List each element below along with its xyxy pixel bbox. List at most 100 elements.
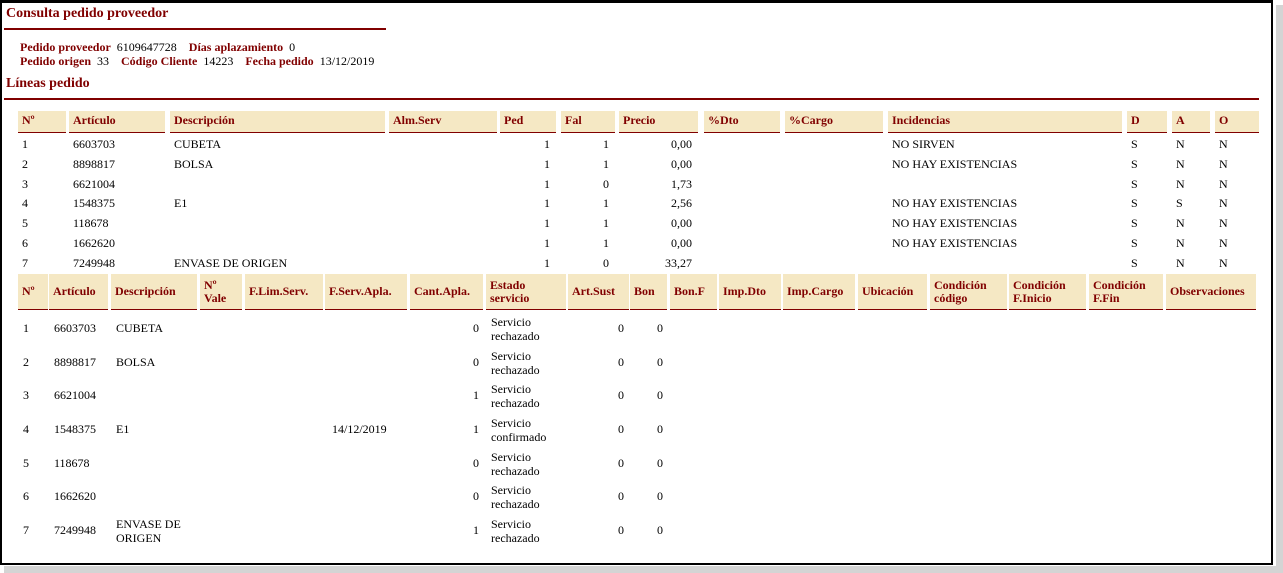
- header-line: F.Serv.Apla.: [329, 284, 392, 298]
- t1-header-fal[interactable]: Fal: [561, 111, 615, 133]
- t1-cell-ped: 1: [544, 156, 550, 171]
- t1-cell-o: N: [1219, 255, 1228, 270]
- t2-header-condicion-f-inicio[interactable]: Condición F.Inicio: [1009, 274, 1086, 310]
- t2-cell-articulo: 6603703: [54, 321, 96, 335]
- t2-cell-art-sust: 0: [618, 489, 624, 503]
- t2-header-condicion-f-fin[interactable]: Condición F.Fin: [1089, 274, 1163, 310]
- window-shadow-bottom: [4, 566, 1283, 573]
- t1-header-precio[interactable]: Precio: [619, 111, 698, 133]
- t2-cell-cant-apla: 0: [473, 489, 479, 503]
- t1-header-num[interactable]: Nº: [18, 111, 66, 133]
- t1-cell-precio: 0,00: [671, 236, 692, 250]
- header-line: Art.Sust: [572, 284, 616, 298]
- t2-header-imp-dto[interactable]: Imp.Dto: [719, 274, 781, 310]
- dias-aplazamiento-value: 0: [289, 40, 296, 54]
- t1-cell-o: N: [1219, 216, 1228, 231]
- t1-cell-num: 4: [22, 196, 28, 211]
- t1-cell-a: N: [1176, 156, 1185, 171]
- t1-cell-d: S: [1131, 176, 1138, 191]
- t2-header-f-serv-apla[interactable]: F.Serv.Apla.: [325, 274, 407, 310]
- t2-cell-cant-apla: 1: [473, 523, 479, 537]
- t2-cell-bon: 0: [657, 388, 663, 402]
- t2-header-num[interactable]: Nº: [18, 274, 48, 310]
- t1-cell-d: S: [1131, 137, 1138, 151]
- t1-header-d[interactable]: D: [1127, 111, 1167, 133]
- t2-header-cant-apla[interactable]: Cant.Apla.: [410, 274, 483, 310]
- t1-header-alm-serv[interactable]: Alm.Serv: [389, 111, 497, 133]
- header-line: Ubicación: [862, 284, 914, 298]
- t1-cell-incidencias: NO HAY EXISTENCIAS: [892, 216, 1018, 231]
- t2-cell-bon: 0: [657, 321, 663, 335]
- header-line: Descripción: [115, 284, 176, 298]
- header-line: Nº: [22, 284, 35, 298]
- header-line: F.Lim.Serv.: [249, 284, 309, 298]
- header-line: Imp.Cargo: [787, 284, 844, 298]
- header-line: Estado: [490, 277, 526, 292]
- t2-header-bon-f[interactable]: Bon.F: [670, 274, 717, 310]
- t2-header-imp-cargo[interactable]: Imp.Cargo: [783, 274, 855, 310]
- t2-header-descripcion[interactable]: Descripción: [111, 274, 197, 310]
- t2-cell-articulo: 6621004: [54, 388, 96, 402]
- t2-cell-art-sust: 0: [618, 355, 624, 369]
- t1-cell-d: S: [1131, 216, 1138, 231]
- t1-cell-a: N: [1176, 176, 1185, 191]
- t1-header-ped[interactable]: Ped: [500, 111, 556, 133]
- t2-cell-cant-apla: 1: [473, 388, 479, 402]
- t2-header-condicion-codigo[interactable]: Condición código: [930, 274, 1007, 310]
- t2-header-bon[interactable]: Bon: [630, 274, 667, 310]
- t1-cell-precio: 0,00: [671, 137, 692, 151]
- t2-cell-articulo: 118678: [54, 456, 90, 470]
- t2-cell-bon: 0: [657, 489, 663, 503]
- t1-header-incidencias[interactable]: Incidencias: [888, 111, 1122, 133]
- t1-cell-num: 7: [22, 255, 28, 270]
- t1-cell-ped: 1: [544, 216, 550, 231]
- t2-cell-estado-servicio: Servicio rechazado: [491, 450, 540, 478]
- header-line: Artículo: [53, 284, 96, 298]
- t2-cell-art-sust: 0: [618, 422, 624, 436]
- t1-header-dto[interactable]: %Dto: [704, 111, 780, 133]
- t2-cell-num: 6: [23, 489, 29, 503]
- t2-cell-articulo: 1548375: [54, 422, 96, 436]
- t1-header-a[interactable]: A: [1172, 111, 1210, 133]
- header-line: Nº: [204, 277, 217, 292]
- header-line: código: [934, 290, 968, 305]
- t2-cell-descripcion: E1: [116, 422, 130, 436]
- header-line: Condición: [1093, 277, 1146, 292]
- pedido-origen-value: 33: [97, 54, 109, 68]
- t1-cell-descripcion: E1: [174, 196, 188, 211]
- t1-header-cargo[interactable]: %Cargo: [785, 111, 883, 133]
- t1-cell-incidencias: NO HAY EXISTENCIAS: [892, 156, 1018, 171]
- t2-header-estado-servicio[interactable]: Estado servicio: [486, 274, 566, 310]
- t2-header-articulo[interactable]: Artículo: [49, 274, 108, 310]
- t1-cell-fal: 1: [603, 216, 609, 231]
- t1-header-descripcion[interactable]: Descripción: [170, 111, 385, 133]
- t2-cell-art-sust: 0: [618, 523, 624, 537]
- t1-header-articulo[interactable]: Artículo: [69, 111, 165, 133]
- t2-cell-art-sust: 0: [618, 456, 624, 470]
- t2-cell-cant-apla: 1: [473, 422, 479, 436]
- t1-cell-ped: 1: [544, 196, 550, 211]
- pedido-origen-label: Pedido origen: [20, 54, 91, 68]
- t2-cell-num: 5: [23, 456, 29, 470]
- t1-cell-precio: 2,56: [671, 196, 692, 211]
- t2-header-observaciones[interactable]: Observaciones: [1166, 274, 1256, 310]
- title-divider: [4, 28, 386, 30]
- t2-cell-art-sust: 0: [618, 321, 624, 335]
- t1-header-o[interactable]: O: [1215, 111, 1259, 133]
- t1-cell-fal: 0: [603, 255, 609, 270]
- codigo-cliente-value: 14223: [203, 54, 234, 68]
- header-line: Bon.F: [674, 284, 706, 298]
- t2-cell-estado-servicio: Servicio rechazado: [491, 315, 540, 343]
- t1-cell-num: 5: [22, 216, 28, 231]
- t2-header-ubicacion[interactable]: Ubicación: [858, 274, 927, 310]
- t2-header-num-vale[interactable]: Nº Vale: [200, 274, 242, 310]
- t1-cell-articulo: 1662620: [73, 236, 115, 250]
- t1-cell-ped: 1: [544, 137, 550, 151]
- t1-cell-o: N: [1219, 196, 1228, 211]
- header-line: Condición: [934, 277, 987, 292]
- t1-cell-a: N: [1176, 216, 1185, 231]
- t2-header-art-sust[interactable]: Art.Sust: [568, 274, 629, 310]
- t1-cell-articulo: 6621004: [73, 176, 115, 191]
- t2-header-f-lim-serv[interactable]: F.Lim.Serv.: [245, 274, 323, 310]
- t1-cell-num: 6: [22, 236, 28, 250]
